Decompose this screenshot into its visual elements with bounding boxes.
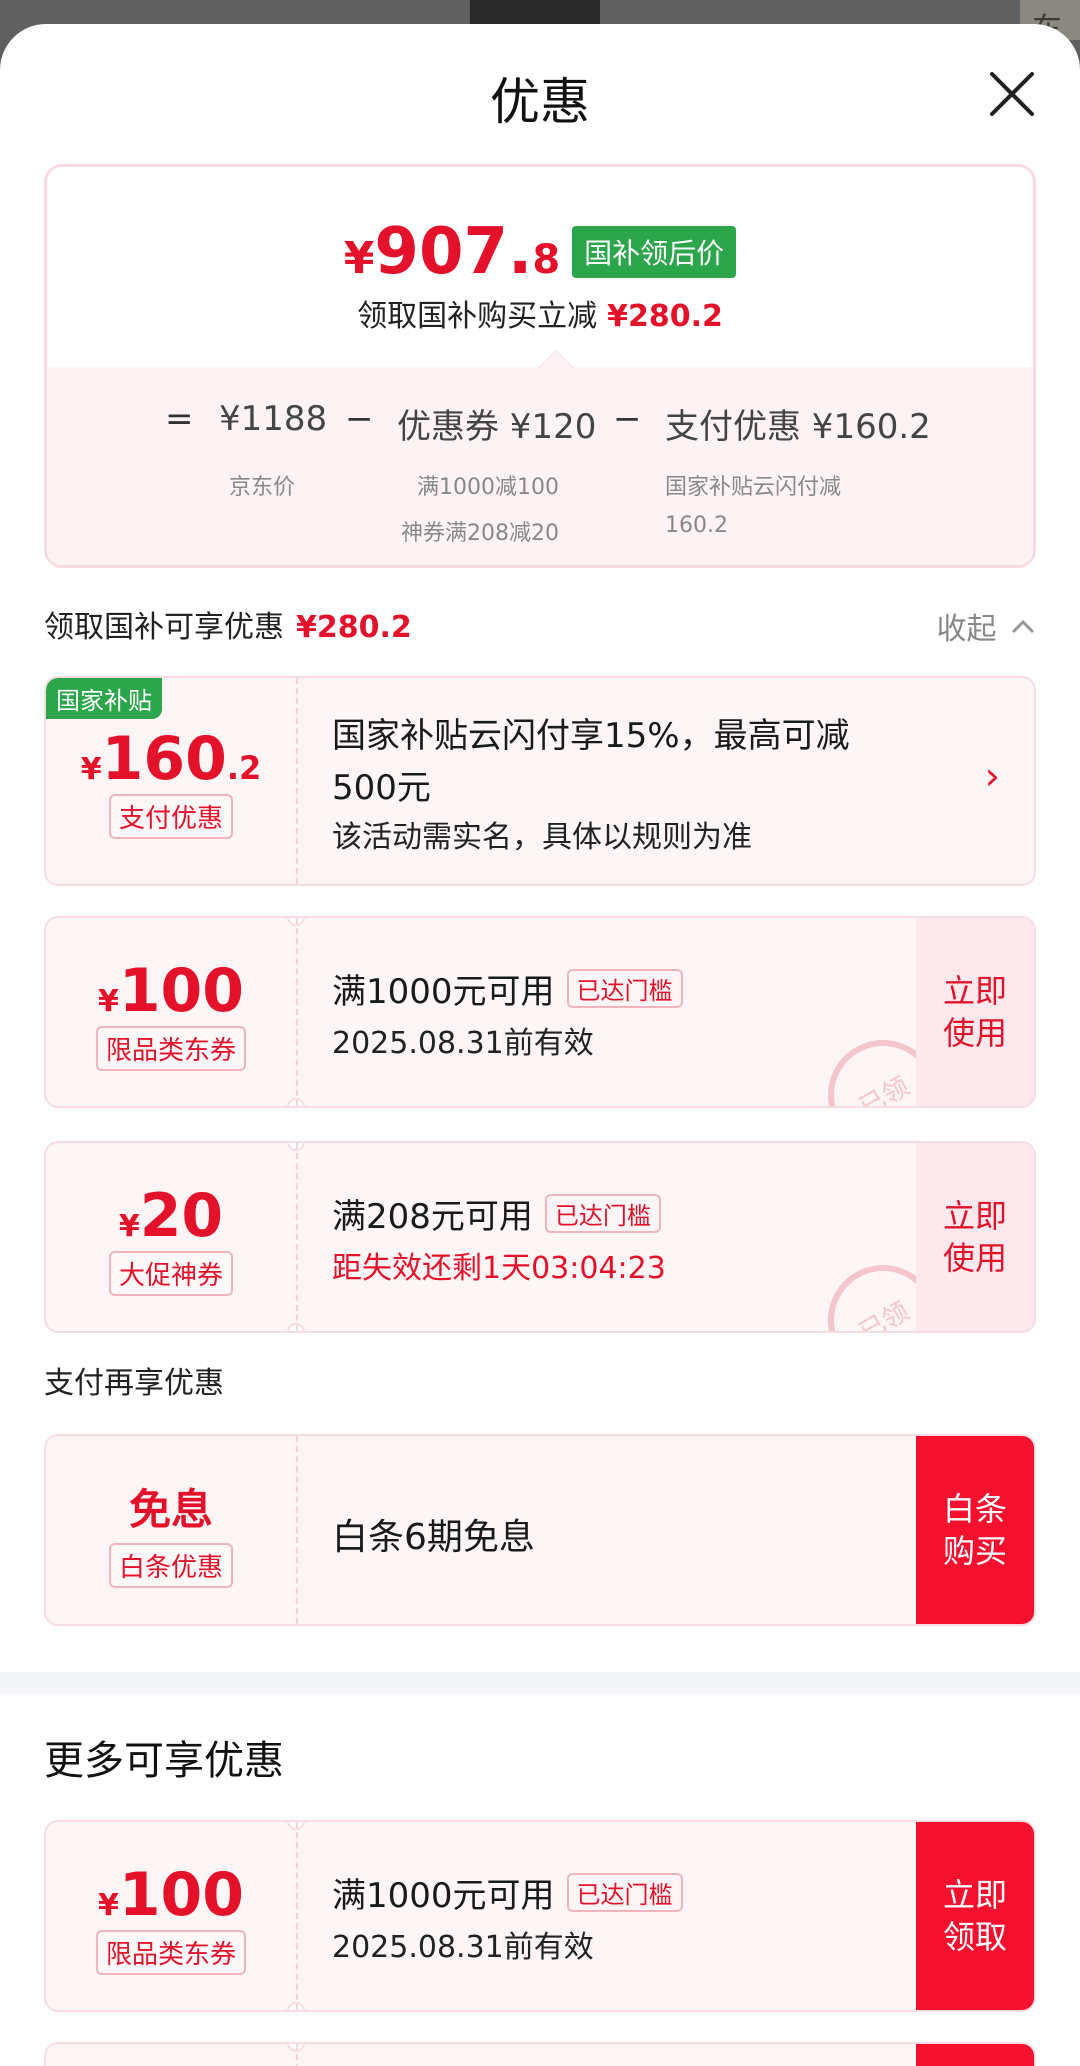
dashed-divider [296,918,298,1106]
use-now-label: 立即使用 [942,972,1007,1052]
chevron-up-icon [1011,619,1035,634]
threshold-met-badge: 已达门槛 [544,1194,661,1233]
currency-symbol: ¥ [118,1209,140,1244]
close-icon[interactable] [986,68,1038,120]
amount-integer: 100 [118,956,245,1026]
currency-symbol: ¥ [97,1888,119,1923]
final-price-currency: ¥ [343,233,375,284]
baitiao-card[interactable]: 免息 白条优惠 白条6期免息 白条购买 [44,1434,1036,1626]
dashed-divider [296,2044,298,2066]
coupon-type-pill: 白条优惠 [108,1543,233,1588]
amount-integer: 100 [118,1860,245,1930]
sheet-title: 优惠 [490,73,590,131]
coupon-card[interactable]: ¥100 限品类东券 满1000元可用 已达门槛 2025.08.31前有效 立即… [44,1820,1036,2012]
coupon-description: 国家补贴云闪付享15%，最高可减 [332,716,850,756]
interest-free-label: 免息 [128,1485,213,1534]
coupon-amount: ¥100 [46,956,296,1026]
coupon-condition-text: 满1000元可用 [332,972,555,1012]
subsidy-card[interactable]: 国家补贴 ¥160.2 支付优惠 国家补贴云闪付享15%，最高可减 500元 该… [44,676,1036,886]
coupon-validity: 2025.08.31前有效 [332,1930,594,1965]
coupon-deduction: 优惠券 ¥120 [397,407,597,447]
section-total: ¥280.2 [296,610,412,645]
jd-price: ¥1188 [219,399,328,439]
countdown-timer: 距失效还剩1天03:04:23 [332,1251,666,1286]
coupon-condition: 满1000元可用 已达门槛 [332,964,683,1013]
savings-label: 领取国补购买立减 [357,299,598,334]
coupon-condition-text: 满1000元可用 [332,1876,555,1916]
collapse-label: 收起 [936,612,997,647]
savings-amount: ¥280.2 [607,299,723,334]
coupon-value: ¥20 大促神券 [46,1143,296,1331]
coupon-amount: ¥100 [46,1860,296,1930]
final-price-decimal: 8 [532,237,561,283]
dashed-divider [296,1436,298,1624]
jd-price-label: 京东价 [229,475,296,500]
coupon-condition-text: 满208元可用 [332,1197,533,1237]
coupon-condition: 满208元可用 已达门槛 [332,1189,661,1238]
baitiao-value: 免息 白条优惠 [46,1436,296,1624]
amount-integer: 160 [101,724,227,794]
more-offers-title: 更多可享优惠 [44,1738,284,1784]
amount-integer: 20 [139,1181,224,1251]
discount-bottom-sheet: 优惠 ¥907.8 国补领后价 领取国补购买立减 ¥280.2 = ¥1188 − … [0,24,1080,2066]
equals-sign: = [165,399,194,439]
dashed-divider [296,1143,298,1331]
coupon-condition: 满1000元可用 已达门槛 [332,1868,683,1917]
collapse-button[interactable]: 收起 [936,604,1036,648]
coupon-type-pill: 限品类东券 [95,1930,246,1975]
amount-decimal: .2 [226,749,262,787]
coupon-note: 满1000减100 [417,475,559,500]
threshold-met-badge: 已达门槛 [566,1873,683,1912]
currency-symbol: ¥ [80,752,102,787]
use-now-button[interactable]: 立即使用 [916,1143,1034,1331]
claim-now-label: 立即领取 [942,1876,1007,1956]
coupon-note: 该活动需实名，具体以规则为准 [332,820,752,855]
section-title-text: 领取国补可享优惠 [44,610,284,645]
payment-note: 国家补贴云闪付减 [665,475,842,500]
section-gap [0,1672,1080,1694]
coupon-type-pill: 限品类东券 [95,1026,246,1071]
coupon-value: ¥100 限品类东券 [46,1822,296,2010]
claim-now-button[interactable] [916,2044,1034,2066]
coupon-description-cont: 500元 [332,768,431,808]
coupon-amount: ¥20 [46,1181,296,1251]
coupon-card-partial[interactable] [44,2042,1036,2066]
payment-note: 160.2 [665,513,728,538]
minus-sign: − [613,399,642,439]
coupon-value: ¥160.2 支付优惠 [46,678,296,884]
price-summary-card: ¥907.8 国补领后价 领取国补购买立减 ¥280.2 = ¥1188 − 优惠券… [44,164,1036,568]
final-price-integer: 907. [374,215,533,289]
gov-subsidy-section-title: 领取国补可享优惠 ¥280.2 [44,602,412,646]
payment-deduction: 支付优惠 ¥160.2 [665,407,931,447]
claim-now-button[interactable]: 立即领取 [916,1822,1034,2010]
baitiao-buy-label: 白条购买 [942,1490,1007,1570]
dashed-divider [296,678,298,884]
dashed-divider [296,1822,298,2010]
chevron-right-icon[interactable]: › [985,754,1000,798]
coupon-amount: ¥160.2 [46,724,296,794]
payment-section-title: 支付再享优惠 [44,1366,224,1401]
savings-line: 领取国补购买立减 ¥280.2 [47,291,1033,335]
use-now-button[interactable]: 立即使用 [916,918,1034,1106]
coupon-card[interactable]: ¥100 限品类东券 满1000元可用 已达门槛 2025.08.31前有效 已领… [44,916,1036,1108]
coupon-note: 神券满208减20 [401,521,559,546]
baitiao-buy-button[interactable]: 白条购买 [916,1436,1034,1624]
coupon-type-pill: 支付优惠 [108,794,233,839]
baitiao-description: 白条6期免息 [332,1517,535,1558]
minus-sign: − [345,399,374,439]
coupon-type-pill: 大促神券 [108,1251,233,1296]
coupon-value: ¥100 限品类东券 [46,918,296,1106]
coupon-validity: 2025.08.31前有效 [332,1026,594,1061]
final-price: ¥907.8 国补领后价 [47,215,1033,289]
currency-symbol: ¥ [97,984,119,1019]
coupon-card[interactable]: ¥20 大促神券 满208元可用 已达门槛 距失效还剩1天03:04:23 已领 … [44,1141,1036,1333]
threshold-met-badge: 已达门槛 [566,969,683,1008]
use-now-label: 立即使用 [942,1197,1007,1277]
subsidy-price-tag: 国补领后价 [572,226,737,278]
